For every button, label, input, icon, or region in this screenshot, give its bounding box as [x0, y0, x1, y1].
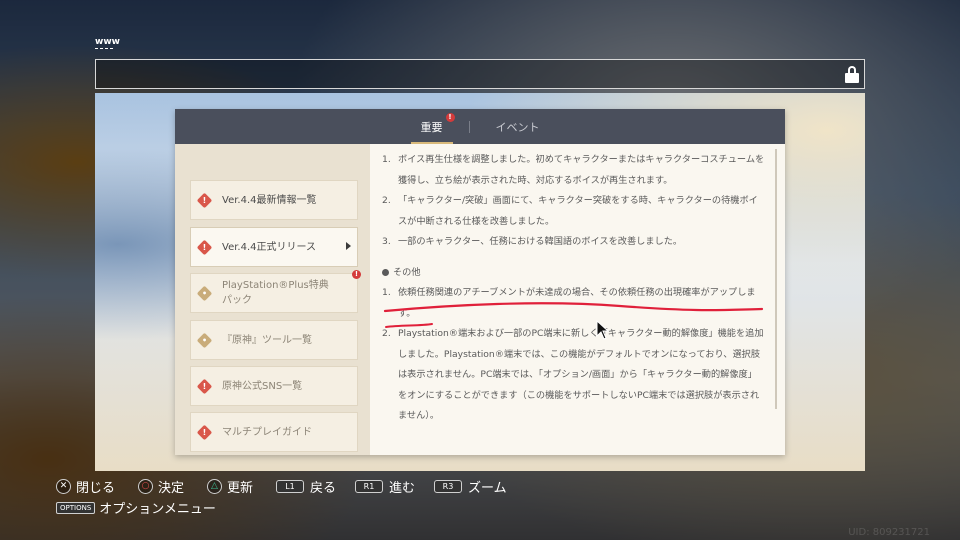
- close-control[interactable]: ✕ 閉じる: [56, 477, 115, 496]
- options-button-icon: OPTIONS: [56, 501, 96, 514]
- bullet-icon: [382, 269, 389, 277]
- list-item: 2. Playstation®端末および一部のPC端末に新しく「キャラクター動的…: [382, 328, 764, 421]
- forward-control[interactable]: R1 進む: [355, 477, 415, 496]
- r1-button-icon: R1: [355, 480, 383, 493]
- cross-button-icon: ✕: [56, 479, 71, 494]
- scrollbar[interactable]: [775, 149, 777, 409]
- list-item: 1. 依頼任務関連のアチーブメントが未達成の場合、その依頼任務の出現確率がアップ…: [382, 287, 756, 319]
- l1-button-icon: L1: [276, 480, 304, 493]
- sidebar-item-ver44-release[interactable]: ! Ver.4.4正式リリース: [190, 227, 358, 267]
- sidebar-item-ver44-news[interactable]: ! Ver.4.4最新情報一覧: [190, 180, 358, 220]
- refresh-control[interactable]: △ 更新: [207, 477, 253, 496]
- tan-diamond-icon: •: [196, 332, 213, 348]
- r3-button-icon: R3: [434, 480, 462, 493]
- uid-label: UID: 809231721: [848, 527, 930, 538]
- announcement-panel: 重要 ! イベント ! Ver.4.4最新情報一覧 ! Ver.4.4正式リリー…: [175, 109, 785, 455]
- alert-diamond-icon: !: [196, 378, 213, 394]
- sidebar-item-label: 『原神』ツール一覧: [222, 334, 312, 346]
- sidebar-item-label: マルチプレイガイド: [222, 426, 312, 438]
- tab-bar: 重要 ! イベント: [175, 109, 785, 144]
- sidebar-item-label: 原神公式SNS一覧: [222, 380, 303, 392]
- sidebar-item-ps-plus[interactable]: • PlayStation®Plus特典パック !: [190, 270, 361, 313]
- announcement-content[interactable]: 1. ボイス再生仕様を調整しました。初めてキャラクターまたはキャラクターコスチュ…: [370, 144, 785, 455]
- list-item: 3. 一部のキャラクター、任務における韓国語のボイスを改善しました。: [382, 236, 683, 247]
- zoom-control[interactable]: R3 ズーム: [434, 477, 507, 496]
- list-item: 1. ボイス再生仕様を調整しました。初めてキャラクターまたはキャラクターコスチュ…: [382, 154, 765, 186]
- sidebar-item-label: PlayStation®Plus特典パック: [222, 280, 329, 306]
- url-bar[interactable]: [95, 59, 865, 89]
- www-icon: www: [95, 37, 120, 47]
- sidebar-item-multiplayer[interactable]: ! マルチプレイガイド: [190, 412, 358, 452]
- sidebar-item-tools[interactable]: • 『原神』ツール一覧: [190, 320, 358, 360]
- section-heading: その他: [382, 263, 765, 284]
- mouse-cursor-icon: [596, 320, 610, 340]
- lock-icon: [845, 66, 859, 83]
- back-control[interactable]: L1 戻る: [276, 477, 336, 496]
- tab-event[interactable]: イベント: [478, 109, 558, 144]
- tab-label: イベント: [495, 121, 540, 134]
- alert-diamond-icon: !: [196, 192, 213, 208]
- chevron-right-icon: [346, 242, 351, 250]
- sidebar-item-label: Ver.4.4正式リリース: [222, 241, 316, 253]
- list-item: 2. 「キャラクター/突破」画面にて、キャラクター突破をする時、キャラクターの待…: [382, 195, 758, 227]
- sidebar-item-sns[interactable]: ! 原神公式SNS一覧: [190, 366, 358, 406]
- tab-label: 重要: [420, 121, 443, 134]
- alert-badge-icon: !: [352, 270, 361, 279]
- circle-button-icon: ○: [138, 479, 153, 494]
- content-fade: [370, 429, 785, 455]
- triangle-button-icon: △: [207, 479, 222, 494]
- announcement-sidebar: ! Ver.4.4最新情報一覧 ! Ver.4.4正式リリース • PlaySt…: [175, 144, 370, 455]
- tab-important[interactable]: 重要 !: [403, 109, 461, 144]
- tan-diamond-icon: •: [196, 285, 213, 301]
- controller-hint-bar: ✕ 閉じる ○ 決定 △ 更新 L1 戻る R1 進む R3 ズーム OPTIO…: [0, 471, 960, 540]
- tab-divider: [468, 120, 470, 133]
- alert-badge-icon: !: [445, 113, 455, 122]
- options-menu-control[interactable]: OPTIONS オプションメニュー: [56, 498, 216, 517]
- confirm-control[interactable]: ○ 決定: [138, 477, 184, 496]
- web-viewport: 重要 ! イベント ! Ver.4.4最新情報一覧 ! Ver.4.4正式リリー…: [95, 93, 865, 471]
- sidebar-item-label: Ver.4.4最新情報一覧: [222, 194, 317, 206]
- alert-diamond-icon: !: [196, 239, 213, 255]
- alert-diamond-icon: !: [196, 424, 213, 440]
